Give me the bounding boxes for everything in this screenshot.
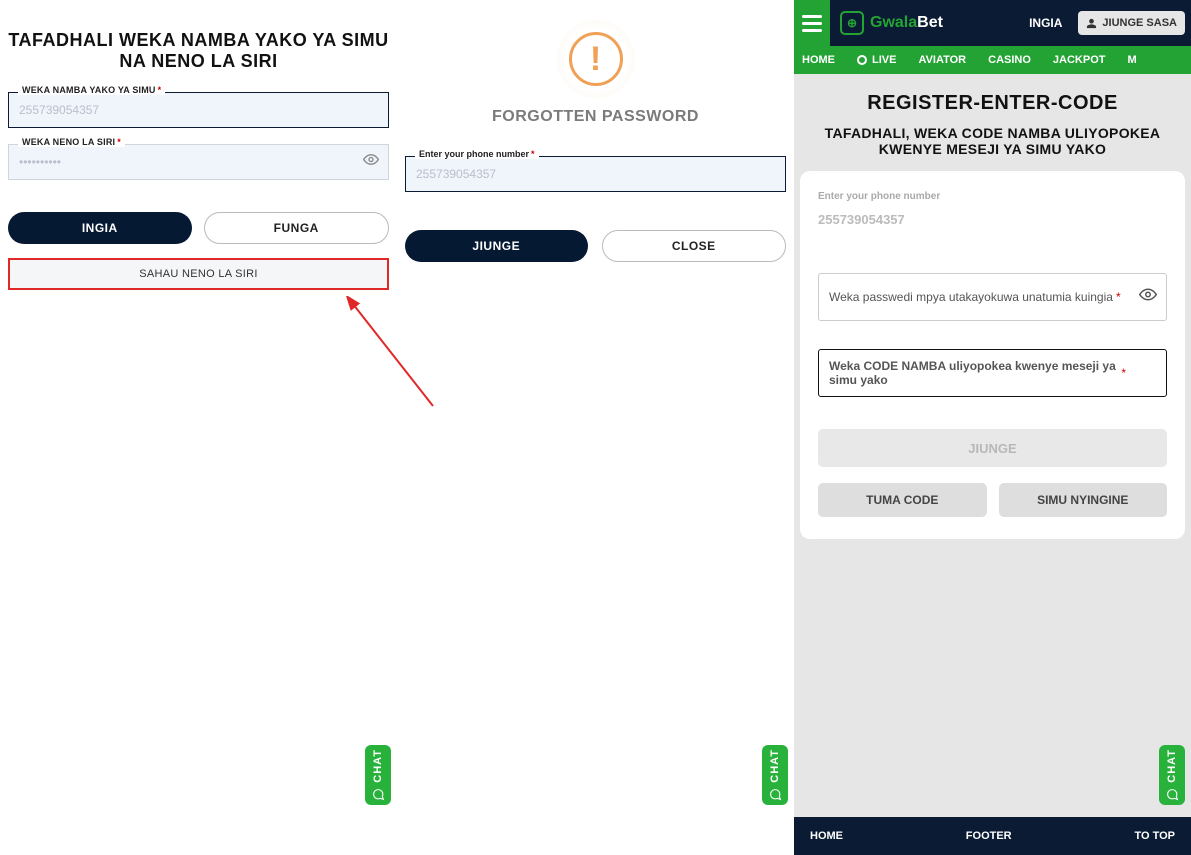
brand-text: GwalaBet [870, 14, 943, 32]
login-title: TAFADHALI WEKA NAMBA YAKO YA SIMU NA NEN… [8, 30, 389, 72]
code-placeholder: Weka CODE NAMBA uliyopokea kwenye meseji… [829, 359, 1118, 387]
forgot-password-button[interactable]: SAHAU NENO LA SIRI [8, 258, 389, 290]
forgot-password-title: FORGOTTEN PASSWORD [405, 108, 786, 126]
nav-live-label: LIVE [872, 54, 896, 66]
nav-jackpot[interactable]: JACKPOT [1053, 54, 1106, 66]
phone-input[interactable] [405, 156, 786, 192]
forgot-password-panel: ! FORGOTTEN PASSWORD Enter your phone nu… [397, 0, 794, 855]
chat-button[interactable]: CHAT [365, 745, 391, 805]
login-panel: TAFADHALI WEKA NAMBA YAKO YA SIMU NA NEN… [0, 0, 397, 855]
nav-home[interactable]: HOME [802, 54, 835, 66]
chat-label: CHAT [1166, 749, 1178, 783]
bottom-nav: HOME FOOTER TO TOP [794, 817, 1191, 855]
chat-label: CHAT [372, 749, 384, 783]
chat-button[interactable]: CHAT [1159, 745, 1185, 805]
register-subtitle: TAFADHALI, WEKA CODE NAMBA ULIYOPOKEA KW… [798, 125, 1187, 157]
new-password-placeholder: Weka passwedi mpya utakayokuwa unatumia … [829, 290, 1113, 304]
new-password-field: Weka passwedi mpya utakayokuwa unatumia … [818, 273, 1167, 321]
another-phone-button[interactable]: SIMU NYINGINE [999, 483, 1168, 517]
login-button[interactable]: INGIA [8, 212, 192, 244]
footer-footer[interactable]: FOOTER [966, 830, 1012, 842]
phone-label: Enter your phone number [818, 191, 1167, 202]
header-join-button[interactable]: JIUNGE SASA [1078, 11, 1185, 35]
menu-button[interactable] [794, 0, 830, 46]
phone-field-wrap: Enter your phone number* [405, 156, 786, 192]
phone-value: 255739054357 [818, 206, 1167, 245]
chat-button[interactable]: CHAT [762, 745, 788, 805]
eye-icon[interactable] [363, 152, 379, 173]
chat-label: CHAT [769, 749, 781, 783]
send-code-button[interactable]: TUMA CODE [818, 483, 987, 517]
login-button-row: INGIA FUNGA [8, 212, 389, 244]
brand-mark-icon: ⊕ [840, 11, 864, 35]
register-body: REGISTER-ENTER-CODE TAFADHALI, WEKA CODE… [794, 74, 1191, 817]
register-title: REGISTER-ENTER-CODE [798, 92, 1187, 115]
phone-label-text: WEKA NAMBA YAKO YA SIMU [22, 85, 156, 95]
main-nav: HOME LIVE AVIATOR CASINO JACKPOT M [794, 46, 1191, 74]
user-icon [1086, 18, 1097, 29]
footer-home[interactable]: HOME [810, 830, 843, 842]
register-enter-code-panel: ⊕ GwalaBet INGIA JIUNGE SASA HOME LIVE A… [794, 0, 1191, 855]
password-input[interactable] [8, 144, 389, 180]
password-label-text: WEKA NENO LA SIRI [22, 137, 115, 147]
brand-bet: Bet [917, 14, 943, 31]
chat-icon [769, 788, 782, 801]
required-asterisk: * [1116, 290, 1121, 304]
register-secondary-row: TUMA CODE SIMU NYINGINE [818, 483, 1167, 517]
header-login-link[interactable]: INGIA [1029, 16, 1062, 30]
chat-icon [1166, 788, 1179, 801]
chat-icon [372, 788, 385, 801]
warning-icon: ! [569, 32, 623, 86]
register-join-button[interactable]: JIUNGE [818, 429, 1167, 467]
join-button[interactable]: JIUNGE [405, 230, 588, 262]
register-card: Enter your phone number 255739054357 Wek… [800, 171, 1185, 539]
header-join-label: JIUNGE SASA [1102, 17, 1177, 29]
nav-aviator[interactable]: AVIATOR [918, 54, 966, 66]
nav-live[interactable]: LIVE [857, 54, 896, 66]
close-button[interactable]: FUNGA [204, 212, 390, 244]
warning-badge: ! [557, 20, 635, 98]
new-password-input[interactable]: Weka passwedi mpya utakayokuwa unatumia … [818, 273, 1167, 321]
footer-to-top[interactable]: TO TOP [1134, 830, 1175, 842]
required-asterisk: * [158, 85, 162, 95]
nav-casino[interactable]: CASINO [988, 54, 1031, 66]
close-button[interactable]: CLOSE [602, 230, 787, 262]
password-field-wrap: WEKA NENO LA SIRI* [8, 144, 389, 180]
code-field: Weka CODE NAMBA uliyopokea kwenye meseji… [818, 349, 1167, 397]
forgot-button-row: JIUNGE CLOSE [405, 230, 786, 262]
code-input[interactable]: Weka CODE NAMBA uliyopokea kwenye meseji… [818, 349, 1167, 397]
phone-field-label: Enter your phone number* [415, 149, 539, 159]
required-asterisk: * [1121, 366, 1126, 380]
app-header: ⊕ GwalaBet INGIA JIUNGE SASA [794, 0, 1191, 46]
required-asterisk: * [531, 149, 535, 159]
brand-logo-wrap[interactable]: ⊕ GwalaBet [840, 11, 943, 35]
phone-input[interactable] [8, 92, 389, 128]
required-asterisk: * [117, 137, 121, 147]
live-dot-icon [857, 55, 867, 65]
phone-field-wrap: WEKA NAMBA YAKO YA SIMU* [8, 92, 389, 128]
phone-label-text: Enter your phone number [419, 149, 529, 159]
brand-gwala: Gwala [870, 14, 917, 31]
eye-icon[interactable] [1139, 286, 1157, 309]
password-field-label: WEKA NENO LA SIRI* [18, 137, 125, 147]
phone-field-label: WEKA NAMBA YAKO YA SIMU* [18, 85, 165, 95]
nav-more[interactable]: M [1127, 54, 1136, 66]
